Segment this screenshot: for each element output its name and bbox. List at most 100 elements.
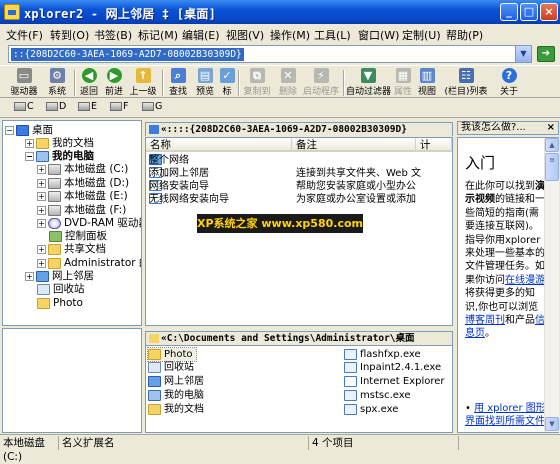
tree-item-recycle-bin[interactable]: 回收站 xyxy=(37,282,85,296)
column-note[interactable]: 备注 xyxy=(292,138,416,152)
list-item[interactable]: Inpaint2.4.1.exe xyxy=(344,361,441,374)
mark-button[interactable]: ✓ 标 xyxy=(219,67,235,98)
address-input[interactable]: ::{208D2C60-3AEA-1069-A2D7-08002B30309D}… xyxy=(8,45,532,63)
back-button[interactable]: ◀ 返回 xyxy=(78,67,100,98)
view-icon: ▥ xyxy=(419,68,435,83)
auto-filter-button[interactable]: ▼ 自动过滤器 xyxy=(346,67,391,98)
tree-item-photo[interactable]: Photo xyxy=(37,296,83,310)
find-button[interactable]: ⌕ 查找 xyxy=(166,67,190,98)
menu-edit[interactable]: 编辑(E) xyxy=(182,27,220,43)
tree-item-drive-e[interactable]: + 本地磁盘 (E:) xyxy=(37,189,128,203)
list-item[interactable]: mstsc.exe xyxy=(344,389,411,402)
drive-c-button[interactable]: C xyxy=(14,101,34,112)
launch-button[interactable]: ⚡ 启动程序 xyxy=(302,67,340,98)
back-icon: ◀ xyxy=(81,68,97,83)
menu-view[interactable]: 视图(V) xyxy=(226,27,264,43)
up-icon: ↑ xyxy=(135,68,151,83)
forward-button[interactable]: ▶ 前进 xyxy=(103,67,125,98)
tree-item-desktop[interactable]: − 桌面 xyxy=(5,123,53,137)
view-button[interactable]: ▥ 视图 xyxy=(416,67,438,98)
help-scrollbar[interactable]: ▲ ≡ ▼ xyxy=(544,138,559,432)
list-item[interactable]: 添加网上邻居 连接到共享文件夹、Web 文 xyxy=(146,167,452,180)
drive-e-button[interactable]: E xyxy=(78,101,97,112)
scroll-thumb[interactable]: ≡ xyxy=(545,153,559,181)
list-item[interactable]: Internet Explorer xyxy=(344,375,445,388)
minimize-button[interactable]: _ xyxy=(500,3,518,21)
tree-item-drive-c[interactable]: + 本地磁盘 (C:) xyxy=(37,162,128,176)
column-extra[interactable]: 计 xyxy=(416,138,452,152)
menu-goto[interactable]: 转到(O) xyxy=(50,27,89,43)
column-name[interactable]: 名称 xyxy=(146,138,292,152)
online-tour-link[interactable]: 在线漫游 xyxy=(505,275,545,286)
toolbar: ▭ 驱动器 ⚙ 系统 ◀ 返回 ▶ 前进 ↑ 上一级 ⌕ 查找 ▤ 预览 ✓ 标 ⧉ 复制到 ✕ 删… xyxy=(0,65,560,98)
list-item[interactable]: 网上邻居 xyxy=(148,375,204,388)
help-tab[interactable]: 我该怎么做?... × xyxy=(457,121,559,135)
system-button[interactable]: ⚙ 系统 xyxy=(44,67,70,98)
tree-item-control-panel[interactable]: 控制面板 xyxy=(49,229,107,243)
menu-help[interactable]: 帮助(P) xyxy=(446,27,483,43)
tree-item-my-computer[interactable]: − 我的电脑 xyxy=(25,149,94,163)
list-tab[interactable]: «::::{208D2C60-3AEA-1069-A2D7-08002B3030… xyxy=(145,122,453,136)
about-button[interactable]: ? 关于 xyxy=(496,67,522,98)
drive-d-button[interactable]: D xyxy=(46,101,66,112)
up-button[interactable]: ↑ 上一级 xyxy=(128,67,158,98)
drive-f-button[interactable]: F xyxy=(110,101,128,112)
drive-g-button[interactable]: G xyxy=(142,101,162,112)
network-icon xyxy=(36,270,49,282)
list-item[interactable]: 网络安装向导 帮助您安装家庭或小型办公 xyxy=(146,180,452,193)
recycle-bin-icon xyxy=(37,283,50,295)
list-item[interactable]: 整个网络 xyxy=(146,154,452,167)
menu-window[interactable]: 窗口(W) xyxy=(358,27,399,43)
menu-customize[interactable]: 定制(U) xyxy=(402,27,441,43)
delete-button[interactable]: ✕ 删除 xyxy=(276,67,300,98)
list-item[interactable]: 回收站 xyxy=(148,361,194,374)
scroll-up-icon[interactable]: ▲ xyxy=(545,138,559,152)
bottom-file-list[interactable]: Photo 回收站 网上邻居 我的电脑 我的文档 flashfxp.exe In… xyxy=(145,345,453,433)
network-icon xyxy=(149,125,159,134)
menu-tools[interactable]: 工具(L) xyxy=(314,27,351,43)
folder-tree[interactable]: − 桌面 + 我的文档 − 我的电脑 + 本地磁盘 (C:) + 本地磁盘 (D:) + 本… xyxy=(2,120,142,326)
tree-item-admin-docs[interactable]: + Administrator 的 xyxy=(37,256,141,270)
menu-file[interactable]: 文件(F) xyxy=(6,27,43,43)
status-bar: 本地磁盘 (C:) 名义扩展名 4 个项目 xyxy=(0,434,560,463)
list-item[interactable]: 我的电脑 xyxy=(148,389,204,402)
maximize-button[interactable]: □ xyxy=(520,3,538,21)
list-item[interactable]: 无线网络安装向导 为家庭或办公室设置或添加 xyxy=(146,193,452,206)
menu-bookmarks[interactable]: 书签(B) xyxy=(94,27,132,43)
close-icon[interactable]: × xyxy=(547,122,555,134)
help-bullet[interactable]: • 用 xplorer 图形界面找到所需文件 xyxy=(465,402,547,429)
columns-button[interactable]: ☷ (栏目)列表 xyxy=(441,67,491,98)
tree-item-drive-d[interactable]: + 本地磁盘 (D:) xyxy=(37,176,129,190)
scroll-down-icon[interactable]: ▼ xyxy=(545,417,559,431)
properties-button[interactable]: ▦ 属性 xyxy=(393,67,413,98)
title-bar[interactable]: xplorer2 - 网上邻居 ‡ [桌面] _ □ × xyxy=(0,0,560,24)
go-arrow-icon[interactable]: ➔ xyxy=(537,46,555,62)
drive-icon xyxy=(14,102,26,111)
tree-item-network[interactable]: + 网上邻居 xyxy=(25,269,94,283)
filter-icon: ▼ xyxy=(360,68,376,83)
list-item[interactable]: spx.exe xyxy=(344,403,398,416)
list-item[interactable]: Photo xyxy=(147,347,197,362)
address-value[interactable]: ::{208D2C60-3AEA-1069-A2D7-08002B30309D} xyxy=(11,48,244,61)
tree-item-shared-docs[interactable]: + 共享文档 xyxy=(37,242,106,256)
find-icon: ⌕ xyxy=(170,68,186,83)
preview-button[interactable]: ▤ 预览 xyxy=(193,67,217,98)
drives-button[interactable]: ▭ 驱动器 xyxy=(6,67,42,98)
tree-item-drive-f[interactable]: + 本地磁盘 (F:) xyxy=(37,203,126,217)
copy-to-button[interactable]: ⧉ 复制到 xyxy=(242,67,272,98)
address-dropdown-icon[interactable]: ▼ xyxy=(515,46,531,62)
list-item[interactable]: flashfxp.exe xyxy=(344,348,421,361)
folder-icon xyxy=(36,137,49,149)
delete-icon: ✕ xyxy=(280,68,296,83)
drive-icon xyxy=(142,102,154,111)
tree-item-dvd[interactable]: + DVD-RAM 驱动器 xyxy=(37,216,141,230)
menu-actions[interactable]: 操作(M) xyxy=(270,27,310,43)
bottom-list-tab[interactable]: «C:\Documents and Settings\Administrator… xyxy=(145,331,453,345)
menu-mark[interactable]: 标记(M) xyxy=(138,27,178,43)
tree-item-my-documents[interactable]: + 我的文档 xyxy=(25,136,94,150)
app-icon[interactable] xyxy=(4,4,20,20)
list-item[interactable]: 我的文档 xyxy=(148,403,204,416)
tree-pane-lower[interactable] xyxy=(2,328,142,433)
blog-link[interactable]: 博客周刊 xyxy=(465,315,505,326)
close-button[interactable]: × xyxy=(540,3,558,21)
